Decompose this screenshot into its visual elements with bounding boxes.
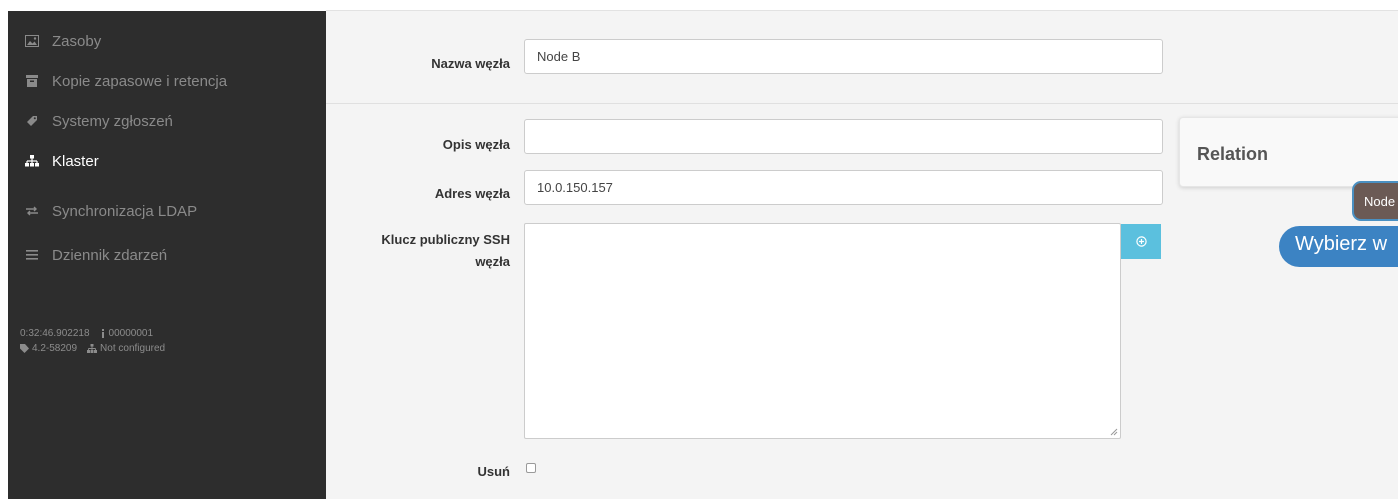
- image-icon: [25, 34, 39, 48]
- choose-node-bubble[interactable]: Wybierz w: [1279, 226, 1398, 267]
- sidebar-item-systemy-zgloszen[interactable]: Systemy zgłoszeń: [8, 103, 326, 139]
- delete-checkbox[interactable]: [526, 463, 536, 473]
- resize-grip-icon[interactable]: [1110, 428, 1118, 436]
- version-label: 4.2-58209: [32, 343, 78, 354]
- sidebar-item-label: Dziennik zdarzeń: [52, 246, 168, 264]
- sidebar-item-dziennik-zdarzen[interactable]: Dziennik zdarzeń: [8, 237, 326, 273]
- ssh-key-textarea[interactable]: [524, 223, 1121, 439]
- node-address-input[interactable]: 10.0.150.157: [524, 170, 1163, 205]
- node-name-label: Nazwa węzła: [431, 56, 510, 71]
- sidebar-item-label: Synchronizacja LDAP: [52, 202, 198, 220]
- sidebar-item-zasoby[interactable]: Zasoby: [8, 23, 326, 59]
- sidebar-item-synchronizacja-ldap[interactable]: Synchronizacja LDAP: [8, 193, 326, 229]
- delete-label: Usuń: [477, 464, 511, 479]
- sitemap-icon: [25, 154, 39, 168]
- relation-title: Relation: [1197, 144, 1269, 164]
- node-name-input[interactable]: Node B: [524, 39, 1163, 74]
- sidebar-item-label: Klaster: [52, 152, 99, 170]
- sidebar-item-label: Kopie zapasowe i retencja: [52, 72, 228, 90]
- instance-id: 00000001: [108, 328, 154, 339]
- sidebar-item-label: Zasoby: [52, 32, 102, 50]
- sidebar-meta-row-2: 4.2-58209 Not configured: [20, 343, 165, 354]
- sidebar-item-label: Systemy zgłoszeń: [52, 112, 173, 130]
- node-description-label: Opis węzła: [442, 137, 510, 152]
- node-address-label: Adres węzła: [434, 186, 510, 201]
- ticket-icon: [25, 114, 39, 128]
- list-icon: [25, 248, 39, 262]
- tag-icon: [20, 344, 29, 353]
- session-time: 0:32:46.902218: [20, 328, 90, 339]
- ssh-key-label-line1: Klucz publiczny SSH: [381, 232, 510, 247]
- plus-circle-icon: [1135, 236, 1147, 247]
- node-description-input[interactable]: [524, 119, 1163, 154]
- archive-icon: [25, 74, 39, 88]
- relation-panel: Relation: [1179, 117, 1398, 187]
- exchange-icon: [25, 204, 39, 218]
- cluster-status: Not configured: [100, 343, 166, 354]
- info-icon: [101, 329, 104, 338]
- sidebar: Zasoby Kopie zapasowe i retencja Systemy…: [8, 11, 326, 499]
- add-ssh-key-button[interactable]: [1121, 224, 1161, 259]
- ssh-key-label-line2: węzła: [475, 254, 510, 269]
- sidebar-item-klaster[interactable]: Klaster: [8, 143, 326, 179]
- sitemap-icon: [87, 344, 98, 353]
- sidebar-item-kopie-zapasowe[interactable]: Kopie zapasowe i retencja: [8, 63, 326, 99]
- sidebar-meta-row-1: 0:32:46.902218 00000001: [20, 328, 153, 339]
- node-chip[interactable]: Node: [1352, 181, 1398, 221]
